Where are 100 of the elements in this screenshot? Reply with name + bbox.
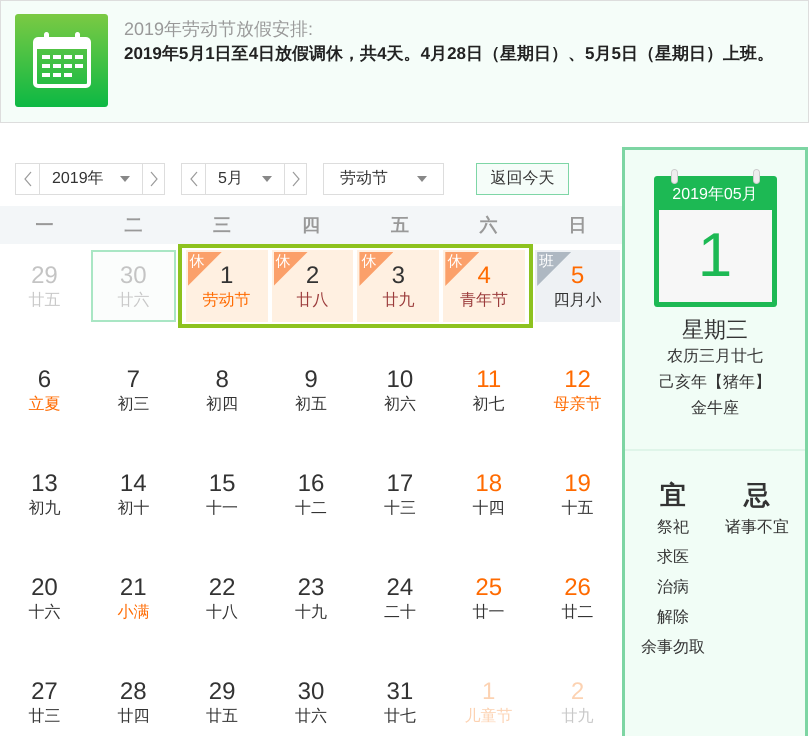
day-cell[interactable]: 30 廿六 — [268, 666, 354, 736]
day-number: 23 — [298, 573, 324, 603]
lunar-date: 十八 — [206, 603, 238, 623]
lunar-date: 儿童节 — [464, 707, 513, 727]
day-cell[interactable]: 10 初六 — [357, 354, 442, 426]
weekday-label: 二 — [123, 214, 144, 236]
lunar-date: 十九 — [294, 603, 327, 623]
day-number: 31 — [386, 677, 414, 707]
day-cell[interactable]: 17 十三 — [357, 458, 442, 530]
avoid-heading: 忌 — [744, 479, 770, 512]
weekday-label: 四 — [300, 214, 321, 236]
day-cell[interactable]: 28 廿四 — [90, 666, 176, 736]
lunar-date: 廿四 — [117, 707, 150, 727]
day-cell[interactable]: 休 4 青年节 — [443, 250, 526, 322]
lunar-date: 劳动节 — [202, 291, 251, 311]
day-number: 16 — [298, 469, 324, 499]
day-number: 24 — [386, 573, 414, 603]
day-cell[interactable]: 休 2 廿八 — [272, 250, 354, 322]
holiday-dropdown[interactable]: 劳动节 — [323, 163, 444, 195]
day-cell[interactable]: 9 初五 — [268, 354, 354, 426]
chevron-right-icon — [292, 171, 300, 187]
lunar-date: 初五 — [294, 395, 327, 415]
day-number: 7 — [126, 365, 140, 395]
day-cell[interactable]: 7 初三 — [90, 354, 176, 426]
lunar-date: 四月小 — [554, 291, 602, 311]
day-cell[interactable]: 6 立夏 — [2, 354, 87, 426]
day-cell[interactable]: 14 初十 — [90, 458, 176, 530]
lunar-date: 二十 — [384, 603, 416, 623]
day-cell[interactable]: 26 廿二 — [535, 562, 620, 634]
day-cell[interactable]: 19 十五 — [535, 458, 620, 530]
day-cell[interactable]: 休 1 劳动节 — [186, 250, 268, 322]
day-cell[interactable]: 班 5 四月小 — [535, 250, 620, 322]
caret-icon — [120, 176, 130, 182]
day-cell[interactable]: 13 初九 — [2, 458, 87, 530]
day-cell[interactable]: 20 十六 — [2, 562, 87, 634]
card-day: 1 — [698, 225, 732, 287]
day-number: 17 — [386, 469, 414, 499]
suitable-item: 求医 — [657, 548, 689, 568]
day-cell[interactable]: 15 十一 — [180, 458, 265, 530]
lunar-date: 廿八 — [296, 291, 328, 311]
lunar-date: 廿七 — [384, 707, 416, 727]
lunar-date: 立夏 — [28, 395, 60, 415]
lunar-text: 农历三月廿七 — [667, 346, 763, 367]
day-number: 18 — [475, 469, 502, 499]
day-number: 10 — [386, 365, 414, 395]
lunar-date: 初七 — [472, 395, 505, 415]
card-month: 2019年05月 — [672, 185, 758, 205]
day-number: 27 — [31, 677, 58, 707]
day-cell[interactable]: 23 十九 — [268, 562, 354, 634]
day-cell[interactable]: 29 廿五 — [180, 666, 265, 736]
day-number: 14 — [120, 469, 147, 499]
suitable-item: 解除 — [657, 608, 689, 628]
chevron-left-icon — [24, 171, 32, 187]
day-number: 8 — [215, 365, 229, 395]
day-number: 20 — [31, 573, 58, 603]
day-number: 19 — [564, 469, 591, 499]
lunar-date: 廿一 — [472, 603, 505, 623]
avoid-item: 诸事不宜 — [725, 518, 789, 538]
day-number: 25 — [475, 573, 502, 603]
day-tag: 休 — [188, 252, 222, 286]
weekday-label: 五 — [390, 214, 410, 236]
suitable-item: 余事勿取 — [641, 638, 705, 658]
day-cell[interactable]: 11 初七 — [446, 354, 532, 426]
ring-icon — [670, 169, 678, 184]
lunar-date: 十三 — [384, 499, 416, 519]
day-cell[interactable]: 21 小满 — [90, 562, 176, 634]
day-cell[interactable]: 休 3 廿九 — [357, 250, 440, 322]
day-number: 11 — [476, 365, 502, 395]
day-tag: 休 — [274, 252, 308, 286]
day-cell[interactable]: 16 十二 — [268, 458, 354, 530]
weekday-label: 日 — [568, 214, 588, 236]
day-tag: 休 — [445, 252, 480, 286]
chevron-right-icon — [150, 171, 158, 187]
year-text: 己亥年【猪年】 — [659, 372, 771, 393]
day-cell[interactable]: 24 二十 — [357, 562, 442, 634]
lunar-date: 廿六 — [294, 707, 327, 727]
day-number: 2 — [306, 261, 320, 291]
day-number: 30 — [120, 261, 147, 291]
day-number: 5 — [570, 261, 584, 291]
day-cell[interactable]: 31 廿七 — [357, 666, 442, 736]
lunar-date: 小满 — [117, 603, 150, 623]
day-number: 15 — [208, 469, 236, 499]
lunar-date: 母亲节 — [554, 395, 602, 415]
suitable-item: 治病 — [657, 578, 689, 598]
day-cell[interactable]: 22 十八 — [180, 562, 265, 634]
day-number: 29 — [208, 677, 236, 707]
calendar-icon — [15, 14, 108, 107]
day-cell[interactable]: 25 廿一 — [446, 562, 532, 634]
day-number: 26 — [564, 573, 591, 603]
day-number: 21 — [120, 573, 147, 603]
suitable-item: 祭祀 — [657, 518, 689, 538]
day-cell[interactable]: 18 十四 — [446, 458, 532, 530]
chevron-left-icon — [190, 171, 198, 187]
lunar-date: 初十 — [117, 499, 150, 519]
lunar-date: 初六 — [384, 395, 416, 415]
weekday-label: 三 — [212, 214, 232, 236]
lunar-date: 廿九 — [382, 291, 414, 311]
today-button[interactable]: 返回今天 — [476, 163, 569, 195]
day-cell[interactable]: 27 廿三 — [2, 666, 87, 736]
day-cell[interactable]: 8 初四 — [180, 354, 265, 426]
